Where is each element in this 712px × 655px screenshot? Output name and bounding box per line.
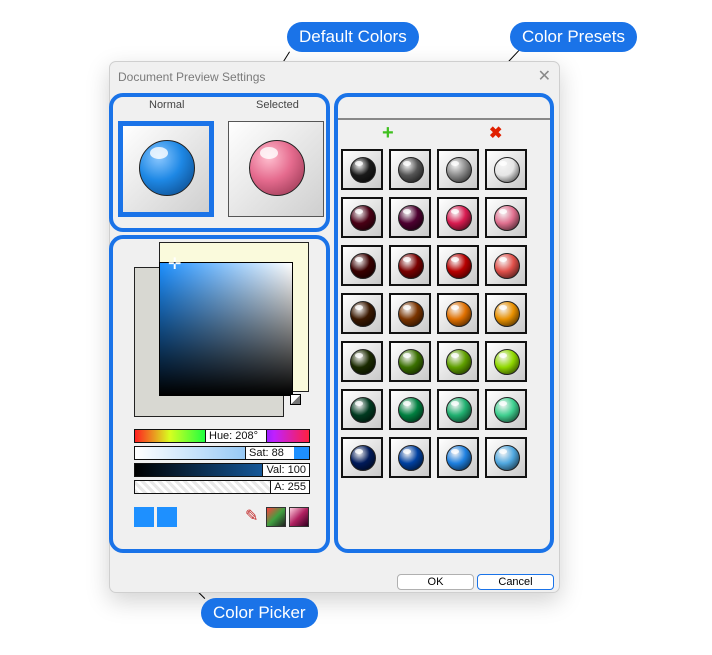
callout-color-picker: Color Picker [201, 598, 318, 628]
color-presets-highlight [334, 93, 554, 553]
color-picker-highlight [109, 235, 330, 553]
callout-default-colors: Default Colors [287, 22, 419, 52]
cancel-button[interactable]: Cancel [477, 574, 554, 590]
callout-color-presets: Color Presets [510, 22, 637, 52]
dialog-title: Document Preview Settings [118, 70, 266, 84]
default-colors-highlight [109, 93, 330, 232]
ok-button[interactable]: OK [397, 574, 474, 590]
close-icon[interactable]: ✕ [538, 66, 551, 86]
